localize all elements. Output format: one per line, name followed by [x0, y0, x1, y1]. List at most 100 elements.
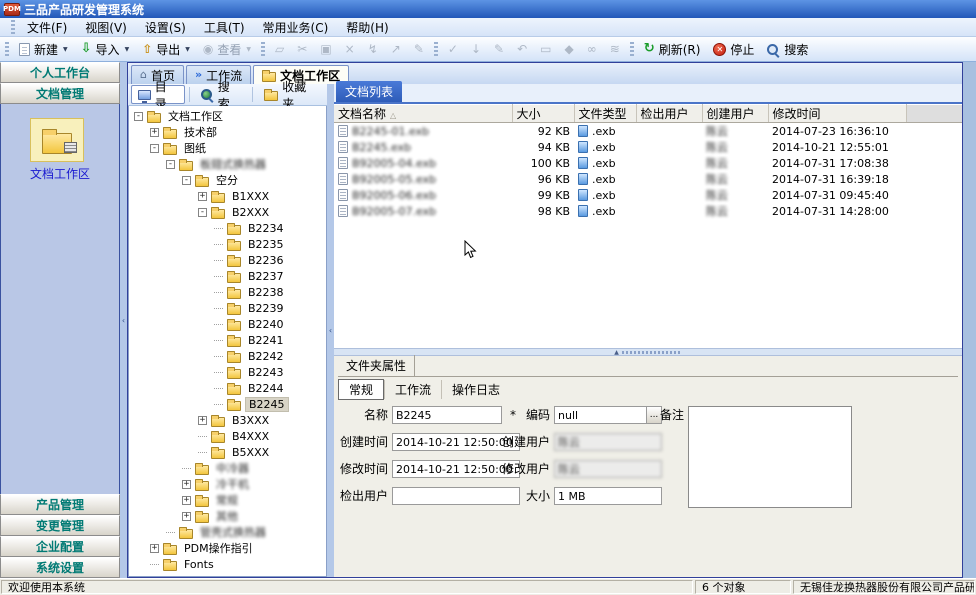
tree-node[interactable]: B2234	[129, 220, 326, 236]
import-button[interactable]: ⇩导入▼	[75, 38, 136, 60]
column-header-4[interactable]: 创建用户	[702, 105, 768, 123]
tree-node-label[interactable]: B2240	[245, 318, 287, 331]
tree-node-label[interactable]: B2239	[245, 302, 287, 315]
tree-node[interactable]: +技术部	[129, 124, 326, 140]
doc-name-cell[interactable]: B2245-01.exb	[334, 123, 512, 140]
expand-icon[interactable]: +	[150, 544, 159, 553]
sidebar-button-system-settings[interactable]: 系统设置	[0, 557, 120, 578]
search-button[interactable]: 搜索	[761, 38, 814, 60]
tree-node-label[interactable]: B2237	[245, 270, 287, 283]
tree-node[interactable]: + PDM操作指引	[129, 540, 326, 556]
doc-name-cell[interactable]: B92005-06.exb	[334, 187, 512, 203]
tree-node-label[interactable]: 图纸	[181, 140, 209, 156]
doc-name-cell[interactable]: B92005-04.exb	[334, 155, 512, 171]
tree-node-label[interactable]: B1XXX	[229, 190, 272, 203]
tree-node-label[interactable]: 板翅式换热器	[197, 156, 269, 172]
expand-icon[interactable]: +	[198, 416, 207, 425]
collapse-icon[interactable]: -	[150, 144, 159, 153]
tree-node-label[interactable]: B3XXX	[229, 414, 272, 427]
collapse-icon[interactable]: -	[166, 160, 175, 169]
menu-item-view[interactable]: 视图(V)	[76, 20, 136, 36]
doc-name-cell[interactable]: B92005-05.exb	[334, 171, 512, 187]
tree-node[interactable]: B2242	[129, 348, 326, 364]
tree-node-label[interactable]: 中冷器	[213, 460, 252, 476]
creator-field[interactable]	[554, 433, 662, 451]
size-field[interactable]	[554, 487, 662, 505]
tree-node-label[interactable]: PDM操作指引	[181, 540, 256, 556]
expand-icon[interactable]: +	[182, 480, 191, 489]
tree-node[interactable]: B5XXX	[129, 444, 326, 460]
tree-node-label[interactable]: B2244	[245, 382, 287, 395]
remark-textarea[interactable]	[688, 406, 852, 508]
column-header-1[interactable]: 大小	[512, 105, 574, 123]
doc-row[interactable]: B92005-07.exb98 KB.exb陈云2014-07-31 14:28…	[334, 203, 962, 219]
sidebar-button-product-management[interactable]: 产品管理	[0, 494, 120, 515]
doc-row[interactable]: B92005-04.exb100 KB.exb陈云2014-07-31 17:0…	[334, 155, 962, 171]
tree-node-label[interactable]: B2238	[245, 286, 287, 299]
collapse-icon[interactable]: -	[182, 176, 191, 185]
tree-node[interactable]: + B3XXX	[129, 412, 326, 428]
tree-node[interactable]: B2238	[129, 284, 326, 300]
collapse-icon[interactable]: -	[198, 208, 207, 217]
tree-node[interactable]: + 冷干机	[129, 476, 326, 492]
doc-name-cell[interactable]: B92005-07.exb	[334, 203, 512, 219]
favorites-button[interactable]: 收藏夹	[257, 85, 324, 104]
catalog-button[interactable]: 目录	[131, 85, 185, 104]
tree-node-label[interactable]: Fonts	[181, 558, 217, 571]
tree-node-label[interactable]: 管壳式换热器	[197, 524, 269, 540]
tree-node[interactable]: B2243	[129, 364, 326, 380]
tree-node[interactable]: + B1XXX	[129, 188, 326, 204]
tree-node-label[interactable]: B5XXX	[229, 446, 272, 459]
tree-node[interactable]: - 空分	[129, 172, 326, 188]
tree-node[interactable]: -B2XXX	[129, 204, 326, 220]
menu-item-business[interactable]: 常用业务(C)	[254, 20, 338, 36]
collapse-up-icon[interactable]: ▲	[614, 349, 619, 356]
tree-node[interactable]: B2235	[129, 236, 326, 252]
doc-workspace-folder-icon[interactable]	[30, 118, 84, 162]
tree-node-label[interactable]: B2245	[245, 397, 289, 412]
properties-tab-1[interactable]: 工作流	[384, 380, 441, 399]
sidebar-item-doc-workspace[interactable]: 文档工作区	[30, 118, 90, 182]
stop-button[interactable]: ✕停止	[707, 38, 760, 60]
tree-node[interactable]: B2240	[129, 316, 326, 332]
properties-tab-0[interactable]: 常规	[338, 379, 384, 400]
horizontal-splitter[interactable]: ▲	[334, 348, 962, 356]
tree-node-label[interactable]: 其他	[213, 508, 241, 524]
menu-item-settings[interactable]: 设置(S)	[136, 20, 195, 36]
tree-node[interactable]: B4XXX	[129, 428, 326, 444]
tree-node[interactable]: B2237	[129, 268, 326, 284]
expand-icon[interactable]: +	[198, 192, 207, 201]
tree-node[interactable]: -文档工作区	[129, 108, 326, 124]
doclist-tab[interactable]: 文档列表	[336, 81, 402, 102]
tree-node[interactable]: B2245	[129, 396, 326, 412]
properties-tab-2[interactable]: 操作日志	[441, 380, 510, 399]
tree-node[interactable]: B2236	[129, 252, 326, 268]
column-header-0[interactable]: 文档名称△	[334, 105, 512, 123]
expand-icon[interactable]: +	[150, 128, 159, 137]
tree-node-label[interactable]: B2243	[245, 366, 287, 379]
tree-node-label[interactable]: 冷干机	[213, 476, 252, 492]
tree-node[interactable]: +其他	[129, 508, 326, 524]
column-header-5[interactable]: 修改时间	[768, 105, 906, 123]
tree-node[interactable]: B2244	[129, 380, 326, 396]
menu-item-help[interactable]: 帮助(H)	[337, 20, 397, 36]
collapse-icon[interactable]: -	[134, 112, 143, 121]
tree-node-label[interactable]: B2242	[245, 350, 287, 363]
tree-node[interactable]: 中冷器	[129, 460, 326, 476]
export-button[interactable]: ⇧导出▼	[136, 38, 196, 60]
tree-node-label[interactable]: B2241	[245, 334, 287, 347]
menu-item-tools[interactable]: 工具(T)	[195, 20, 254, 36]
sidebar-button-change-management[interactable]: 变更管理	[0, 515, 120, 536]
tree-node[interactable]: 管壳式换热器	[129, 524, 326, 540]
column-header-2[interactable]: 文件类型	[574, 105, 636, 123]
refresh-button[interactable]: ↻刷新(R)	[638, 38, 707, 60]
tree-node-label[interactable]: B2235	[245, 238, 287, 251]
name-field[interactable]	[392, 406, 502, 424]
doc-name-cell[interactable]: B2245.exb	[334, 139, 512, 155]
tree-splitter[interactable]: ‹	[327, 84, 334, 577]
doc-row[interactable]: B2245-01.exb92 KB.exb陈云2014-07-23 16:36:…	[334, 123, 962, 140]
doc-row[interactable]: B92005-05.exb96 KB.exb陈云2014-07-31 16:39…	[334, 171, 962, 187]
sidebar-button-document-management[interactable]: 文档管理	[0, 83, 120, 104]
doc-row[interactable]: B2245.exb94 KB.exb陈云2014-10-21 12:55:01	[334, 139, 962, 155]
tree-node-label[interactable]: 空分	[213, 172, 241, 188]
